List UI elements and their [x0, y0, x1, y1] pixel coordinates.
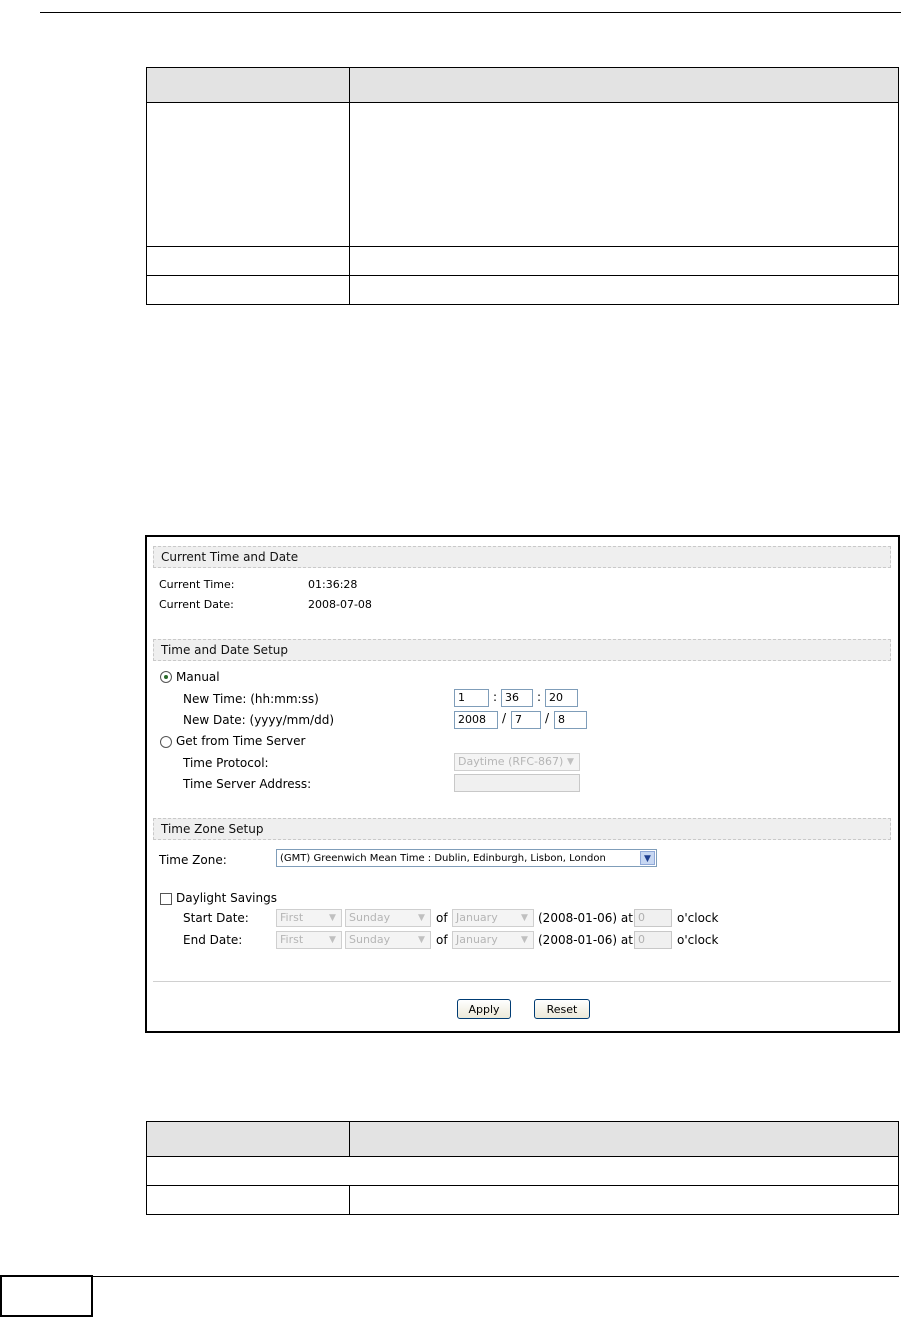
end-week-select[interactable]: First ▼ — [276, 931, 342, 949]
chevron-down-icon: ▼ — [414, 933, 429, 947]
new-time-hour-input[interactable]: 1 — [454, 689, 489, 707]
end-day-value: Sunday — [349, 933, 391, 946]
time-date-settings-panel: Current Time and Date Current Time: 01:3… — [145, 535, 900, 1033]
new-date-year-input[interactable]: 2008 — [454, 711, 498, 729]
end-month-value: January — [456, 933, 498, 946]
table-row — [146, 1156, 899, 1186]
current-time-label: Current Time: — [159, 578, 235, 591]
new-time-minute-input[interactable]: 36 — [501, 689, 533, 707]
new-time-second-input[interactable]: 20 — [545, 689, 578, 707]
chevron-down-icon: ▼ — [640, 851, 655, 865]
start-day-value: Sunday — [349, 911, 391, 924]
time-zone-label: Time Zone: — [159, 853, 227, 867]
start-day-select[interactable]: Sunday ▼ — [345, 909, 431, 927]
manual-label: Manual — [176, 670, 220, 684]
date-separator: / — [502, 711, 507, 725]
table-row — [146, 275, 899, 305]
of-label: of — [436, 933, 448, 947]
start-week-value: First — [280, 911, 304, 924]
new-date-day-input[interactable]: 8 — [554, 711, 587, 729]
end-example-label: (2008-01-06) at — [538, 933, 633, 947]
start-date-label: Start Date: — [183, 911, 249, 925]
apply-button[interactable]: Apply — [457, 999, 511, 1019]
chevron-down-icon: ▼ — [414, 911, 429, 925]
time-separator: : — [493, 690, 498, 704]
start-example-label: (2008-01-06) at — [538, 911, 633, 925]
end-date-label: End Date: — [183, 933, 243, 947]
time-separator: : — [537, 690, 542, 704]
section-time-zone-setup: Time Zone Setup — [153, 818, 891, 840]
chevron-down-icon: ▼ — [517, 933, 532, 947]
end-month-select[interactable]: January ▼ — [452, 931, 534, 949]
section-current-time-date: Current Time and Date — [153, 546, 891, 568]
panel-divider — [153, 981, 891, 982]
table-header-row — [146, 1121, 899, 1157]
current-date-label: Current Date: — [159, 598, 234, 611]
section-time-date-setup: Time and Date Setup — [153, 639, 891, 661]
table-row — [146, 102, 899, 247]
date-separator: / — [545, 711, 550, 725]
start-month-select[interactable]: January ▼ — [452, 909, 534, 927]
chevron-down-icon: ▼ — [325, 911, 340, 925]
new-date-label: New Date: (yyyy/mm/dd) — [183, 713, 334, 727]
footer-rule — [93, 1276, 899, 1277]
table-row — [146, 1185, 899, 1215]
time-zone-select[interactable]: (GMT) Greenwich Mean Time : Dublin, Edin… — [276, 849, 657, 867]
chevron-down-icon: ▼ — [563, 755, 578, 769]
start-week-select[interactable]: First ▼ — [276, 909, 342, 927]
new-time-label: New Time: (hh:mm:ss) — [183, 692, 319, 706]
description-table-top — [146, 67, 899, 305]
time-server-address-input[interactable] — [454, 774, 580, 792]
current-date-value: 2008-07-08 — [308, 598, 372, 611]
end-oclock-label: o'clock — [677, 933, 719, 947]
of-label: of — [436, 911, 448, 925]
end-hour-input[interactable]: 0 — [634, 931, 672, 949]
table-header-row — [146, 67, 899, 103]
header-rule — [40, 12, 901, 13]
time-server-address-label: Time Server Address: — [183, 777, 312, 791]
daylight-savings-checkbox[interactable] — [160, 893, 172, 905]
chevron-down-icon: ▼ — [517, 911, 532, 925]
time-protocol-select[interactable]: Daytime (RFC-867) ▼ — [454, 753, 580, 771]
new-date-month-input[interactable]: 7 — [511, 711, 541, 729]
end-week-value: First — [280, 933, 304, 946]
time-protocol-value: Daytime (RFC-867) — [458, 755, 564, 768]
description-table-bottom — [146, 1121, 899, 1215]
daylight-savings-label: Daylight Savings — [176, 891, 277, 905]
chevron-down-icon: ▼ — [325, 933, 340, 947]
manual-radio[interactable] — [160, 671, 172, 683]
start-oclock-label: o'clock — [677, 911, 719, 925]
time-server-label: Get from Time Server — [176, 734, 306, 748]
start-month-value: January — [456, 911, 498, 924]
page-number-box — [0, 1275, 93, 1317]
end-day-select[interactable]: Sunday ▼ — [345, 931, 431, 949]
time-zone-value: (GMT) Greenwich Mean Time : Dublin, Edin… — [280, 853, 606, 864]
time-protocol-label: Time Protocol: — [183, 756, 269, 770]
time-server-radio[interactable] — [160, 736, 172, 748]
reset-button[interactable]: Reset — [534, 999, 590, 1019]
current-time-value: 01:36:28 — [308, 578, 358, 591]
table-row — [146, 246, 899, 276]
start-hour-input[interactable]: 0 — [634, 909, 672, 927]
